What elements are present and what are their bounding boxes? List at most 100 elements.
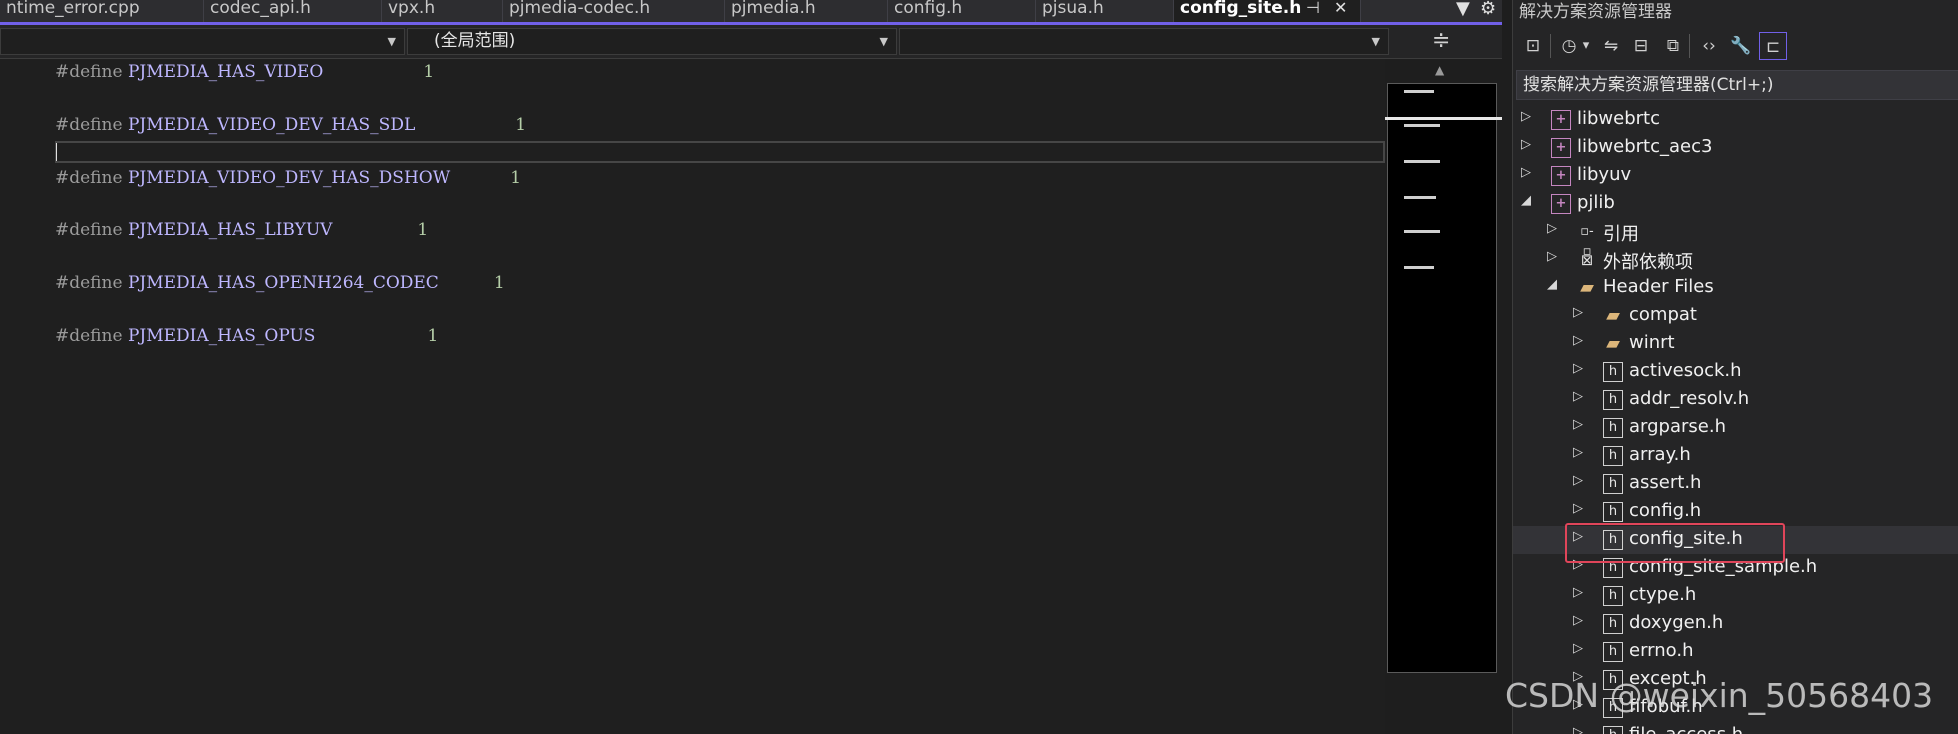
tree-node-label: winrt	[1629, 332, 1675, 353]
tree-node[interactable]: ▷ h errno.h	[1513, 638, 1958, 666]
collapsed-icon[interactable]: ▷	[1521, 109, 1531, 124]
tree-node[interactable]: ▷ h array.h	[1513, 442, 1958, 470]
tree-node[interactable]: ▷ h argparse.h	[1513, 414, 1958, 442]
solution-tree: ▷ + libwebrtc ▷ + libwebrtc_aec3 ▷ + libyuv ◢ + pjl…	[1513, 106, 1958, 734]
tree-node-label: compat	[1629, 304, 1697, 325]
document-tab[interactable]: pjmedia.h	[725, 0, 888, 22]
macro-value: 1	[423, 62, 435, 82]
split-window-icon[interactable]: ≑	[1432, 28, 1450, 53]
expanded-icon[interactable]: ◢	[1521, 193, 1531, 208]
close-icon[interactable]: ✕	[1334, 0, 1347, 16]
tree-node[interactable]: ▷ + libyuv	[1513, 162, 1958, 190]
tab-label: pjsua.h	[1042, 0, 1104, 18]
tree-node[interactable]: ▷ h doxygen.h	[1513, 610, 1958, 638]
pin-icon[interactable]: ⊣	[1306, 0, 1320, 16]
code-editor[interactable]: #define PJMEDIA_HAS_VIDEO 1 #define PJMEDI…	[0, 59, 1385, 734]
preprocessor-keyword: #define	[55, 168, 123, 188]
toolbar-separator	[1550, 34, 1551, 58]
collapsed-icon[interactable]: ▷	[1573, 361, 1583, 376]
tree-node[interactable]: ▷ h addr_resolv.h	[1513, 386, 1958, 414]
tree-node[interactable]: ▷ + libwebrtc	[1513, 106, 1958, 134]
macro-name: PJMEDIA_HAS_LIBYUV	[127, 220, 333, 240]
minimap-viewport[interactable]	[1385, 117, 1502, 120]
explorer-search-input[interactable]: 搜索解决方案资源管理器(Ctrl+;)	[1516, 70, 1958, 100]
project-combo[interactable]: ▼	[0, 28, 405, 55]
vertical-scrollbar[interactable]: ▲	[1385, 59, 1502, 734]
preview-icon[interactable]: ⊏	[1759, 32, 1787, 60]
collapse-all-icon[interactable]: ⊟	[1627, 32, 1655, 60]
collapsed-icon[interactable]: ▷	[1547, 249, 1557, 264]
tree-node[interactable]: ◢ + pjlib	[1513, 190, 1958, 218]
editor-pane: ntime_error.cpp codec_api.h vpx.h pjmedia-c…	[0, 0, 1502, 734]
tab-label: config_site.h	[1180, 0, 1302, 18]
collapsed-icon[interactable]: ▷	[1573, 613, 1583, 628]
sync-icon[interactable]: ⇋	[1597, 32, 1625, 60]
tree-node-label: argparse.h	[1629, 416, 1726, 437]
scroll-up-icon[interactable]: ▲	[1435, 63, 1444, 77]
header-file-icon: h	[1603, 474, 1623, 494]
macro-name: PJMEDIA_HAS_VIDEO	[127, 62, 324, 82]
document-tab[interactable]: config_site.h ⊣ ✕	[1174, 0, 1361, 22]
collapsed-icon[interactable]: ▷	[1573, 389, 1583, 404]
tree-node[interactable]: ▷ h assert.h	[1513, 470, 1958, 498]
tree-node-label: config.h	[1629, 500, 1702, 521]
tree-node-label: activesock.h	[1629, 360, 1742, 381]
collapsed-icon[interactable]: ▷	[1573, 473, 1583, 488]
external-deps-icon: ⊠	[1580, 251, 1594, 269]
code-minimap[interactable]	[1387, 83, 1497, 673]
collapsed-icon[interactable]: ▷	[1573, 333, 1583, 348]
header-file-icon: h	[1603, 726, 1623, 734]
preprocessor-keyword: #define	[55, 326, 123, 346]
copy-icon[interactable]: ⧉	[1659, 32, 1687, 60]
vs-solution-icon[interactable]: ⊡	[1519, 32, 1547, 60]
collapsed-icon[interactable]: ▷	[1573, 445, 1583, 460]
tab-label: vpx.h	[388, 0, 436, 18]
collapsed-icon[interactable]: ▷	[1573, 501, 1583, 516]
toolbar-separator	[1689, 34, 1690, 58]
explorer-title: 解决方案资源管理器	[1519, 2, 1672, 22]
scope-combo[interactable]: (全局范围) ▼	[407, 28, 897, 55]
collapsed-icon[interactable]: ▷	[1521, 137, 1531, 152]
tree-node[interactable]: ▷ ▰ compat	[1513, 302, 1958, 330]
tree-node[interactable]: ▷ h ctype.h	[1513, 582, 1958, 610]
tree-node[interactable]: ▷ ▰ winrt	[1513, 330, 1958, 358]
tree-node[interactable]: ▷ ⊠ 外部依赖项	[1513, 246, 1958, 274]
document-tab[interactable]: codec_api.h	[204, 0, 382, 22]
tab-label: config.h	[894, 0, 963, 18]
macro-name: PJMEDIA_VIDEO_DEV_HAS_DSHOW	[127, 168, 451, 188]
collapsed-icon[interactable]: ▷	[1547, 221, 1557, 236]
collapsed-icon[interactable]: ▷	[1573, 585, 1583, 600]
collapsed-icon[interactable]: ▷	[1573, 305, 1583, 320]
document-tab[interactable]: pjmedia-codec.h	[503, 0, 725, 22]
tree-node[interactable]: ▷ h file_access.h	[1513, 722, 1958, 734]
collapsed-icon[interactable]: ▷	[1521, 165, 1531, 180]
tab-label: pjmedia-codec.h	[509, 0, 651, 18]
code-view-icon[interactable]: ‹›	[1695, 32, 1723, 60]
header-file-icon: h	[1603, 586, 1623, 606]
member-combo[interactable]: ▼	[899, 28, 1389, 55]
document-tab[interactable]: pjsua.h	[1036, 0, 1174, 22]
tree-node[interactable]: ▷ ▫-▫ 引用	[1513, 218, 1958, 259]
tree-node[interactable]: ▷ + libwebrtc_aec3	[1513, 134, 1958, 162]
tree-node[interactable]: ◢ ▰ Header Files	[1513, 274, 1958, 302]
document-tab[interactable]: ntime_error.cpp	[0, 0, 204, 22]
tree-node[interactable]: ▷ h config.h	[1513, 498, 1958, 526]
expanded-icon[interactable]: ◢	[1547, 277, 1557, 292]
document-tab[interactable]: config.h	[888, 0, 1036, 22]
tab-overflow-icon[interactable]: ▼	[1456, 0, 1470, 19]
preprocessor-keyword: #define	[55, 115, 123, 135]
text-caret	[56, 143, 57, 161]
tree-node[interactable]: ▷ h activesock.h	[1513, 358, 1958, 386]
navigation-bar: ▼ (全局范围) ▼ ▼ ≑	[0, 25, 1502, 59]
tree-node-label: file_access.h	[1629, 724, 1743, 734]
collapsed-icon[interactable]: ▷	[1573, 417, 1583, 432]
collapsed-icon[interactable]: ▷	[1573, 725, 1583, 734]
explorer-toolbar: ⊡ ◷ ▾ ⇋ ⊟ ⧉ ‹› 🔧 ⊏	[1513, 26, 1958, 66]
document-tab[interactable]: vpx.h	[382, 0, 503, 22]
tree-node-label: Header Files	[1603, 276, 1714, 297]
gear-icon[interactable]: ⚙	[1480, 0, 1496, 19]
collapsed-icon[interactable]: ▷	[1573, 641, 1583, 656]
properties-wrench-icon[interactable]: 🔧	[1727, 32, 1755, 60]
dropdown-arrow-icon[interactable]: ▾	[1579, 32, 1593, 60]
preprocessor-keyword: #define	[55, 220, 123, 240]
